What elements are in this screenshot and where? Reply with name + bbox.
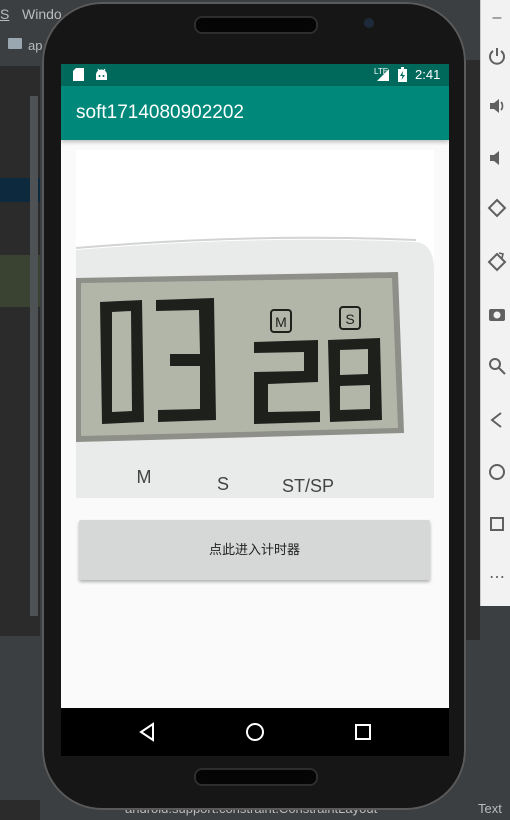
timer-label-m: M xyxy=(137,467,152,487)
overview-icon[interactable] xyxy=(485,514,509,538)
timer-badge-s: S xyxy=(345,311,354,327)
timer-label-stsp: ST/SP xyxy=(282,476,334,496)
device-screen: LTE 2:41 soft1714080902202 M S M S ST/SP… xyxy=(61,64,449,708)
nav-back-icon[interactable] xyxy=(135,720,159,744)
rotate-left-icon[interactable] xyxy=(485,198,509,222)
nav-home-icon[interactable] xyxy=(243,720,267,744)
folder-icon xyxy=(8,38,22,49)
app-bar: soft1714080902202 xyxy=(61,86,449,140)
menu-item-window[interactable]: Windo xyxy=(22,6,62,22)
project-label: ap xyxy=(28,38,43,53)
signal-icon xyxy=(377,69,389,84)
emulator-toolbar: – ⋯ xyxy=(480,0,510,606)
android-icon xyxy=(95,68,108,84)
ide-scrollbar[interactable] xyxy=(30,96,38,616)
timer-image: M S M S ST/SP xyxy=(76,150,434,498)
ide-tab-text[interactable]: Text xyxy=(478,801,502,816)
app-title: soft1714080902202 xyxy=(76,102,244,123)
navigation-bar xyxy=(61,708,449,756)
timer-label-s: S xyxy=(217,474,229,494)
enter-timer-button[interactable]: 点此进入计时器 xyxy=(79,520,430,580)
battery-icon xyxy=(398,67,407,85)
power-icon[interactable] xyxy=(485,46,509,70)
front-camera xyxy=(364,18,374,28)
more-icon[interactable]: ⋯ xyxy=(485,566,509,590)
camera-icon[interactable] xyxy=(485,304,509,328)
home-icon[interactable] xyxy=(485,462,509,486)
speaker-top xyxy=(194,16,318,34)
speaker-bottom xyxy=(194,768,318,786)
menu-item-s[interactable]: S xyxy=(0,6,9,22)
zoom-icon[interactable] xyxy=(485,356,509,380)
status-bar: LTE 2:41 xyxy=(61,64,449,86)
rotate-right-icon[interactable] xyxy=(485,252,509,276)
status-time: 2:41 xyxy=(415,67,441,82)
timer-badge-m: M xyxy=(275,314,287,330)
minimize-icon[interactable]: – xyxy=(485,6,509,30)
sd-card-icon xyxy=(73,68,84,84)
volume-down-icon[interactable] xyxy=(485,148,509,172)
back-icon[interactable] xyxy=(485,410,509,434)
volume-up-icon[interactable] xyxy=(485,96,509,120)
nav-overview-icon[interactable] xyxy=(351,720,375,744)
ide-bottom-left xyxy=(0,800,40,820)
